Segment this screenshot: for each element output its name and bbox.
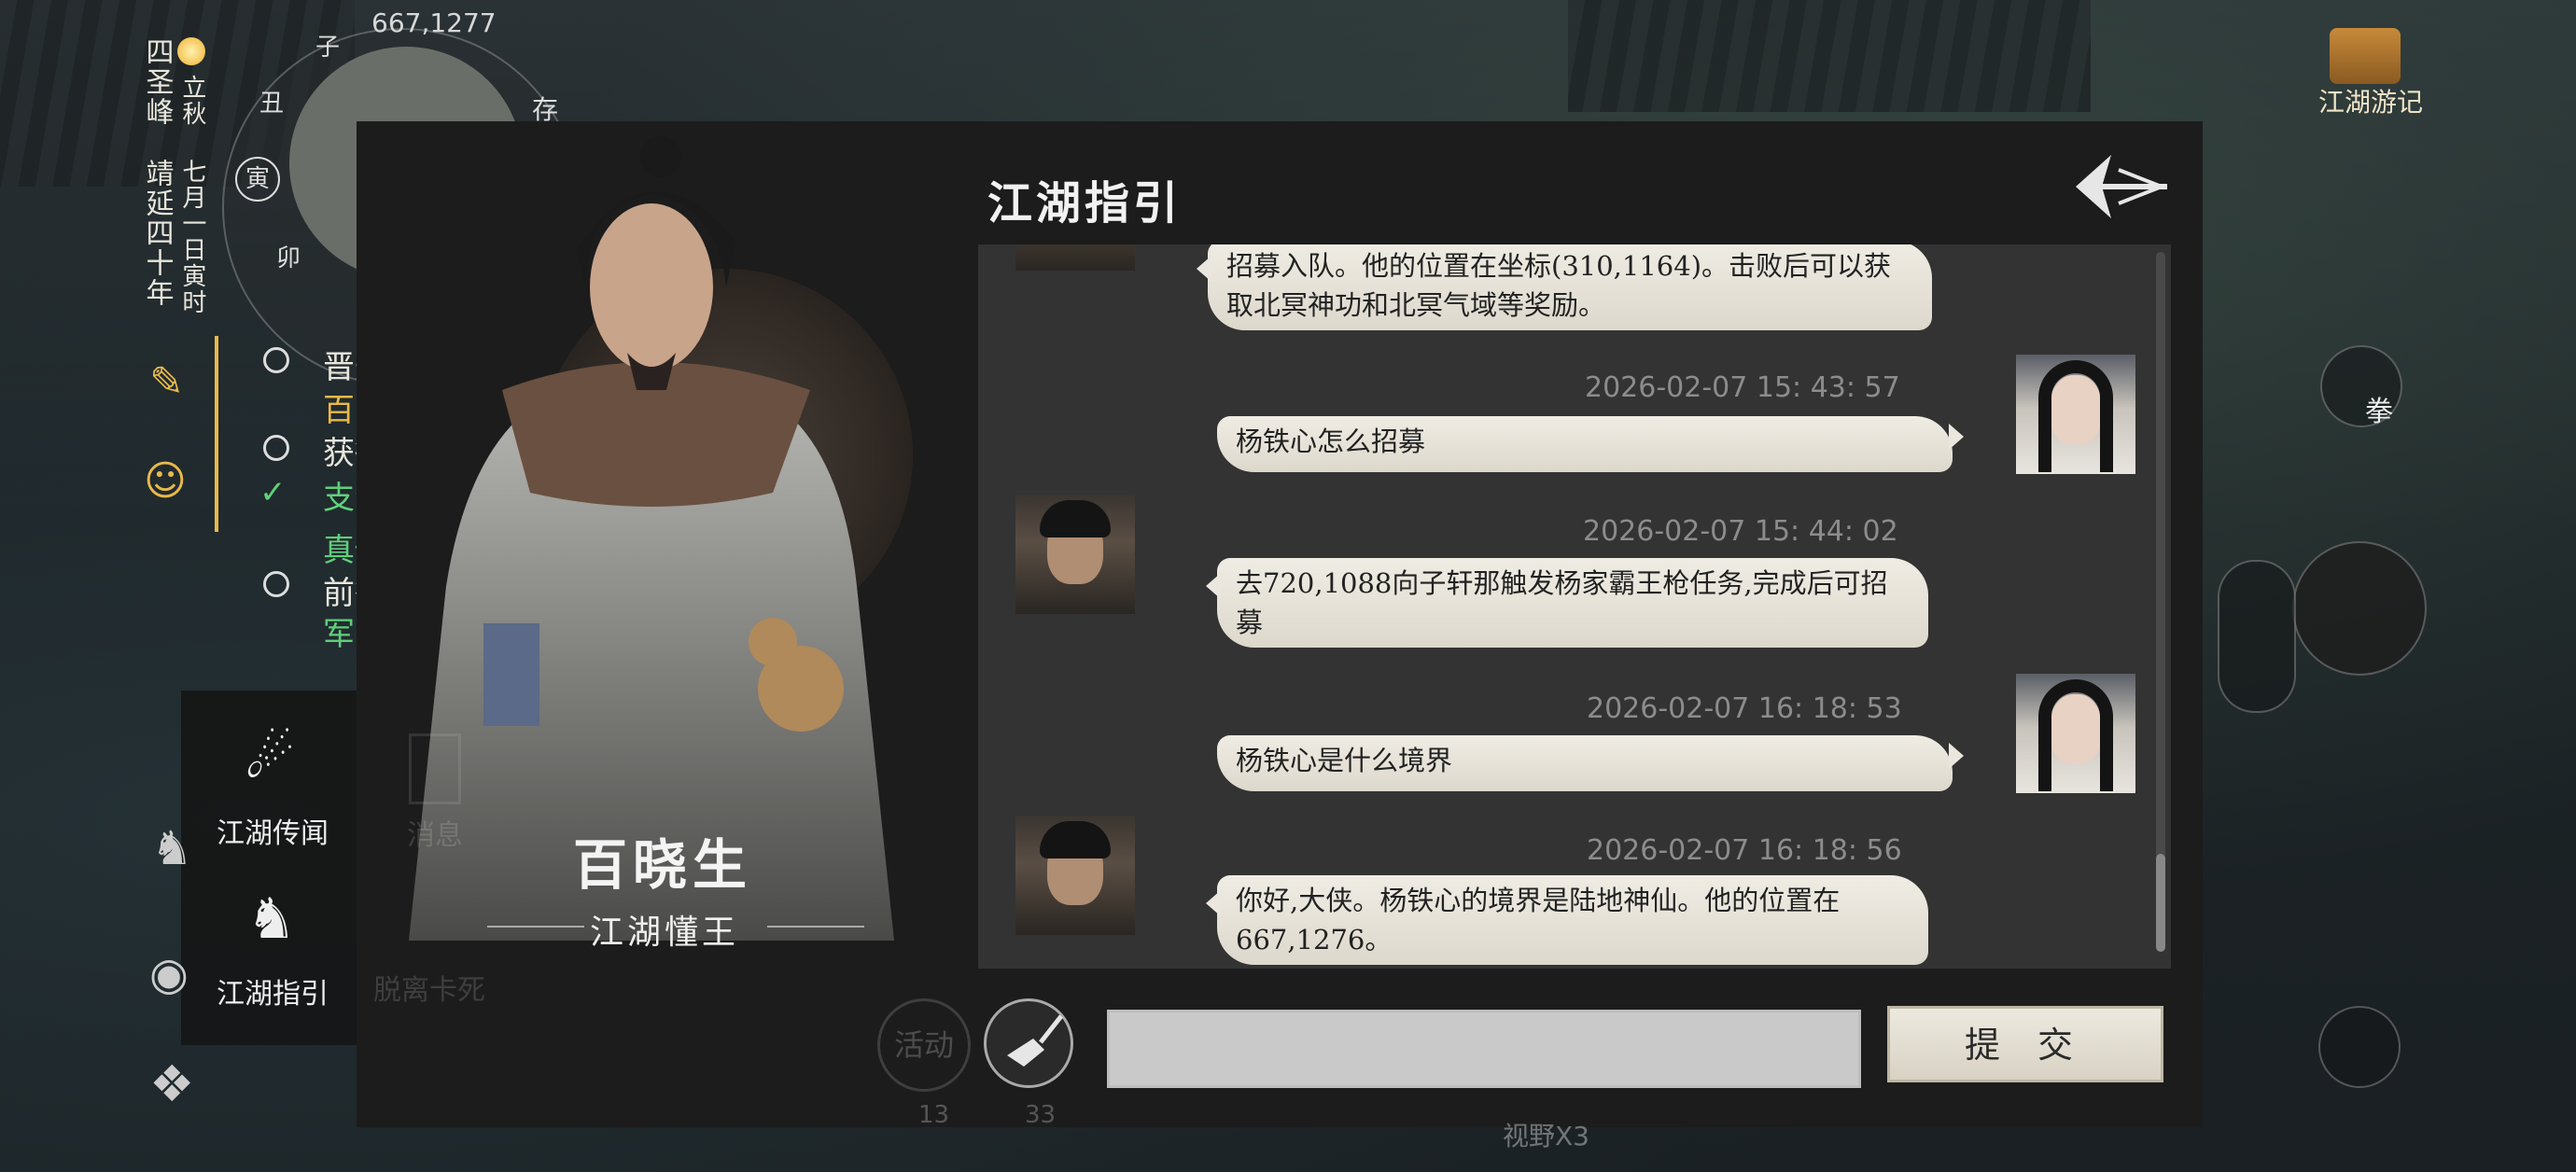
crosshair-button[interactable] — [2318, 1006, 2401, 1088]
coordinate-readout: 667,1277 — [371, 7, 497, 38]
journal-label[interactable]: 江湖游记 — [2318, 82, 2423, 119]
quest-radio[interactable] — [263, 347, 289, 373]
faded-count: 33 — [1025, 1101, 1057, 1129]
message-timestamp: 2026-02-07 16: 18: 53 — [1587, 692, 1902, 725]
view-range-label: 视野X3 — [1503, 1121, 1589, 1151]
action-button[interactable] — [2292, 541, 2427, 676]
player-avatar — [2016, 674, 2135, 793]
rooftop-scenery-right — [1568, 0, 2091, 112]
title-divider — [487, 926, 584, 928]
sun-icon — [177, 37, 205, 65]
skill-button[interactable] — [2218, 560, 2296, 713]
solar-term: 立秋 — [177, 75, 206, 127]
chat-message-npc: 招募入队。他的位置在坐标(310,1164)。击败后可以获取北冥神功和北冥气域等… — [1197, 244, 1932, 330]
message-timestamp: 2026-02-07 16: 18: 56 — [1587, 834, 1902, 867]
quest-radio[interactable] — [263, 571, 289, 597]
npc-avatar — [1015, 816, 1135, 935]
brush-icon — [1007, 1014, 1063, 1067]
chat-scrollbar[interactable] — [2156, 252, 2165, 952]
scroll-quest-icon[interactable]: ✎ — [149, 358, 202, 411]
npc-avatar — [1015, 495, 1135, 614]
hour-mark-current: 寅 — [235, 157, 280, 202]
chat-input[interactable] — [1107, 1010, 1861, 1088]
chat-message-npc: 去720,1088向子轩那触发杨家霸王枪任务,完成后可招募 — [1206, 558, 1928, 648]
brush-input-button[interactable] — [984, 998, 1073, 1088]
side-button-guide[interactable]: 江湖指引 — [217, 970, 329, 1012]
dialog-title: 江湖指引 — [987, 177, 1183, 230]
rumor-icon[interactable]: ☄ — [245, 726, 295, 791]
faded-label: 消息 — [407, 819, 463, 852]
guide-icon[interactable]: ♞ — [246, 886, 297, 952]
horse-icon[interactable]: ♞ — [151, 821, 193, 875]
chat-message-player: 杨铁心怎么招募 — [1217, 416, 1964, 472]
npc-name: 百晓生 — [573, 833, 753, 897]
region-name: 四圣峰 — [140, 37, 174, 127]
era-text: 靖延四十年 — [140, 159, 174, 308]
team-icon[interactable]: ☺ — [144, 457, 187, 505]
menu-diamond-icon[interactable]: ❖ — [149, 1054, 194, 1113]
faded-label: 脱离卡死 — [373, 974, 485, 1007]
npc-avatar — [1015, 244, 1135, 271]
fist-skill-label: 拳 — [2365, 396, 2393, 428]
quest-radio[interactable] — [263, 435, 289, 461]
npc-title: 江湖懂王 — [590, 914, 740, 952]
chat-message-npc: 你好,大侠。杨铁心的境界是陆地神仙。他的位置在667,1276。 — [1206, 875, 1928, 965]
journal-icon[interactable] — [2330, 28, 2401, 84]
hour-mark: 子 — [315, 34, 341, 62]
back-arrow-icon[interactable] — [2068, 149, 2171, 224]
eye-icon[interactable]: ◉ — [149, 948, 189, 1000]
hour-mark: 丑 — [259, 90, 285, 118]
quest-tracker-bar — [215, 336, 218, 532]
chat-message-player: 杨铁心是什么境界 — [1217, 735, 1964, 791]
check-icon: ✓ — [259, 474, 287, 511]
date-text: 七月一日寅时 — [177, 159, 206, 315]
player-avatar — [2016, 355, 2135, 474]
title-divider — [767, 926, 864, 928]
activity-button[interactable]: 活动 — [877, 998, 971, 1092]
message-icon — [409, 733, 461, 804]
message-timestamp: 2026-02-07 15: 43: 57 — [1585, 371, 1900, 404]
faded-count: 13 — [918, 1101, 950, 1129]
side-button-rumors[interactable]: 江湖传闻 — [217, 810, 329, 851]
chat-scrollbar-thumb[interactable] — [2156, 854, 2165, 952]
chat-log[interactable]: 招募入队。他的位置在坐标(310,1164)。击败后可以获取北冥神功和北冥气域等… — [978, 244, 2171, 969]
message-timestamp: 2026-02-07 15: 44: 02 — [1583, 515, 1898, 548]
hour-mark: 卯 — [276, 244, 301, 272]
submit-button[interactable]: 提 交 — [1887, 1006, 2163, 1082]
